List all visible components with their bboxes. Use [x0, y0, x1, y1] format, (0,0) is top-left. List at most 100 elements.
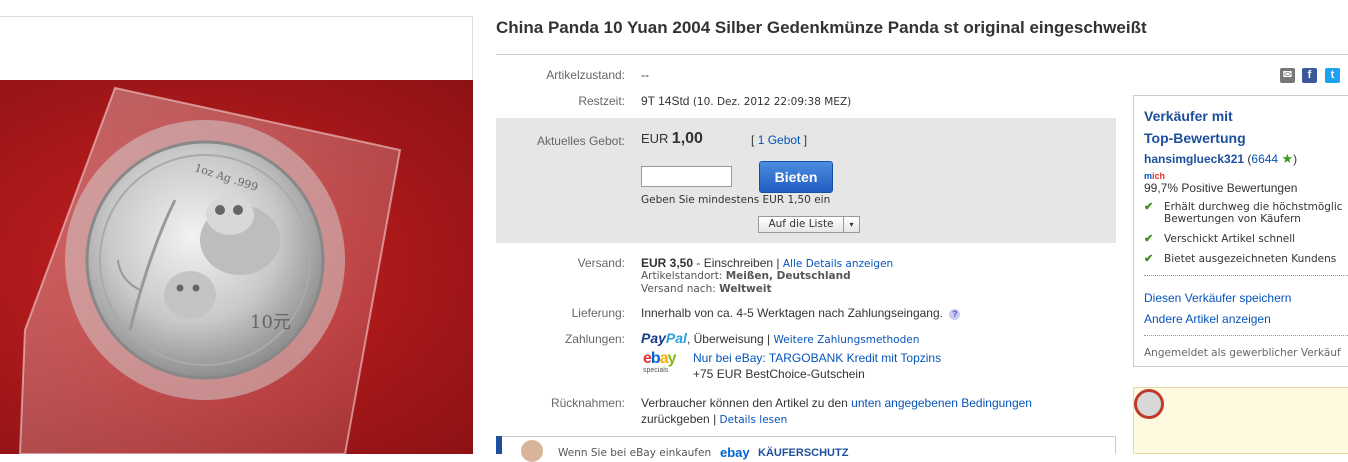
ebay-e: e	[643, 350, 652, 367]
buyer-protection-logo: ebay	[720, 445, 750, 460]
condition-value: --	[641, 68, 649, 82]
me-badge-m: m	[1144, 171, 1153, 181]
person-avatar-icon	[521, 440, 543, 462]
perk-top-ratings: Erhält durchweg die höchstmöglic	[1164, 201, 1343, 213]
star-icon: ★	[1281, 151, 1294, 166]
bid-count: [ 1 Gebot ]	[751, 133, 807, 147]
return-details-link[interactable]: Details lesen	[720, 414, 788, 426]
item-title: China Panda 10 Yuan 2004 Silber Gedenkmü…	[496, 18, 1147, 37]
image-thumbnail-strip	[0, 16, 473, 80]
feedback-score-link[interactable]: 6644	[1251, 152, 1278, 166]
buyer-protection-accent	[496, 436, 502, 454]
returns-row: Verbraucher können den Artikel zu den un…	[641, 396, 1032, 410]
separator: |	[776, 256, 780, 270]
separator: |	[713, 412, 717, 426]
save-seller-link[interactable]: Diesen Verkäufer speichern	[1144, 291, 1291, 305]
returns-row-2: zurückgeben | Details lesen	[641, 412, 787, 426]
top-rated-seller-heading: Verkäufer mit Top-Bewertung	[1144, 105, 1246, 149]
ebay-specials-sub: specials	[643, 367, 669, 374]
ships-to-value: Weltweit	[719, 283, 772, 295]
score-close: )	[1293, 152, 1298, 166]
facebook-share-icon[interactable]: f	[1302, 68, 1317, 83]
separator: |	[767, 332, 771, 346]
current-bid-label: Aktuelles Gebot:	[536, 134, 625, 148]
shipping-label: Versand:	[577, 256, 625, 270]
seller-name-link[interactable]: hansimglueck321	[1144, 152, 1244, 166]
more-payment-methods-link[interactable]: Weitere Zahlungsmethoden	[773, 334, 919, 346]
paypal-pay: Pay	[641, 330, 666, 346]
payments-label: Zahlungen:	[564, 332, 625, 346]
perk-top-ratings-2: Bewertungen von Käufern	[1164, 213, 1301, 225]
shipping-details-link[interactable]: Alle Details anzeigen	[783, 258, 893, 270]
coin-denomination: 10元	[250, 312, 291, 333]
ebay-specials-logo: ebay specials	[643, 350, 689, 374]
me-badge-icon[interactable]: mich	[1144, 171, 1165, 181]
delivery-value: Innerhalb von ca. 4-5 Werktagen nach Zah…	[641, 306, 943, 320]
returns-text: Verbraucher können den Artikel zu den	[641, 396, 852, 410]
shipping-method: - Einschreiben	[693, 256, 777, 270]
business-seller-note: Angemeldet als gewerblicher Verkäuf	[1144, 347, 1341, 359]
min-bid-note: Geben Sie mindestens EUR 1,50 ein	[641, 194, 831, 206]
payments-row: PayPal, Überweisung | Weitere Zahlungsme…	[641, 330, 919, 346]
buyer-protection-text: Wenn Sie bei eBay einkaufen	[558, 447, 712, 459]
ships-to-label: Versand nach:	[641, 283, 716, 295]
chevron-down-icon[interactable]: ▾	[843, 217, 859, 232]
bid-bracket-open: [	[751, 133, 755, 147]
perk-service: Bietet ausgezeichneten Kundens	[1164, 253, 1337, 265]
time-left-label: Restzeit:	[578, 94, 625, 108]
place-bid-button[interactable]: Bieten	[759, 161, 833, 193]
current-bid-price: EUR 1,00	[641, 130, 703, 148]
location-value: Meißen, Deutschland	[725, 270, 851, 282]
ships-to: Versand nach: Weltweit	[641, 283, 772, 295]
promo-box	[1133, 387, 1348, 454]
condition-label: Artikelzustand:	[546, 68, 625, 82]
add-to-watchlist-button[interactable]: Auf die Liste ▾	[758, 216, 860, 233]
item-location: Artikelstandort: Meißen, Deutschland	[641, 270, 851, 282]
bid-history-link[interactable]: 1 Gebot	[758, 133, 801, 147]
ebay-b: b	[650, 350, 661, 367]
perk-fast-shipping: Verschickt Artikel schnell	[1164, 233, 1296, 245]
location-label: Artikelstandort:	[641, 270, 723, 282]
twitter-share-icon[interactable]: t	[1325, 68, 1340, 83]
divider	[1144, 335, 1348, 336]
time-left-row: 9T 14Std (10. Dez. 2012 22:09:38 MEZ)	[641, 94, 851, 108]
returns-text-after: zurückgeben	[641, 412, 710, 426]
help-icon[interactable]: ?	[949, 309, 961, 320]
ebay-a: a	[659, 350, 669, 367]
me-badge-e: ich	[1152, 171, 1166, 181]
end-date: (10. Dez. 2012 22:09:38 MEZ)	[692, 96, 852, 108]
positive-feedback: 99,7% Positive Bewertungen	[1144, 181, 1298, 195]
watchlist-label: Auf die Liste	[768, 218, 834, 230]
checkmark-icon: ✔	[1144, 233, 1154, 245]
currency: EUR	[641, 131, 669, 146]
shipping-row: EUR 3,50 - Einschreiben | Alle Details a…	[641, 256, 893, 270]
ebay-y: y	[667, 350, 677, 367]
coin-photo-illustration: 10元 1oz Ag .999	[18, 86, 402, 454]
buyer-protection-title: KÄUFERSCHUTZ	[758, 447, 849, 459]
returns-label: Rücknahmen:	[550, 396, 625, 410]
seller-name-row: hansimglueck321 (6644 ★)	[1144, 151, 1297, 167]
voucher-text: +75 EUR BestChoice-Gutschein	[693, 367, 865, 381]
paypal-pal: Pal	[665, 330, 687, 346]
checkmark-icon: ✔	[1144, 253, 1154, 265]
delivery-label: Lieferung:	[571, 306, 625, 320]
top-rated-line-2: Top-Bewertung	[1144, 130, 1246, 146]
bid-bracket-close: ]	[803, 133, 808, 147]
bank-transfer: , Überweisung	[686, 332, 764, 346]
bid-amount-input[interactable]	[641, 166, 732, 187]
return-conditions-link[interactable]: unten angegebenen Bedingungen	[851, 396, 1032, 410]
other-items-link[interactable]: Andere Artikel anzeigen	[1144, 312, 1271, 326]
shipping-price: EUR 3,50	[641, 256, 694, 270]
item-photo[interactable]: 10元 1oz Ag .999	[0, 80, 473, 454]
no-symbol-icon	[1134, 389, 1164, 419]
checkmark-icon: ✔	[1144, 201, 1154, 213]
time-left-value: 9T 14Std	[641, 94, 690, 108]
divider	[1144, 275, 1348, 276]
bid-amount: 1,00	[671, 130, 703, 147]
title-divider	[496, 54, 1348, 55]
email-share-icon[interactable]: ✉	[1280, 68, 1295, 83]
paypal-logo: PayPal	[641, 330, 687, 346]
targobank-credit-link[interactable]: Nur bei eBay: TARGOBANK Kredit mit Topzi…	[693, 351, 941, 365]
delivery-row: Innerhalb von ca. 4-5 Werktagen nach Zah…	[641, 306, 961, 320]
top-rated-line-1: Verkäufer mit	[1144, 108, 1233, 124]
